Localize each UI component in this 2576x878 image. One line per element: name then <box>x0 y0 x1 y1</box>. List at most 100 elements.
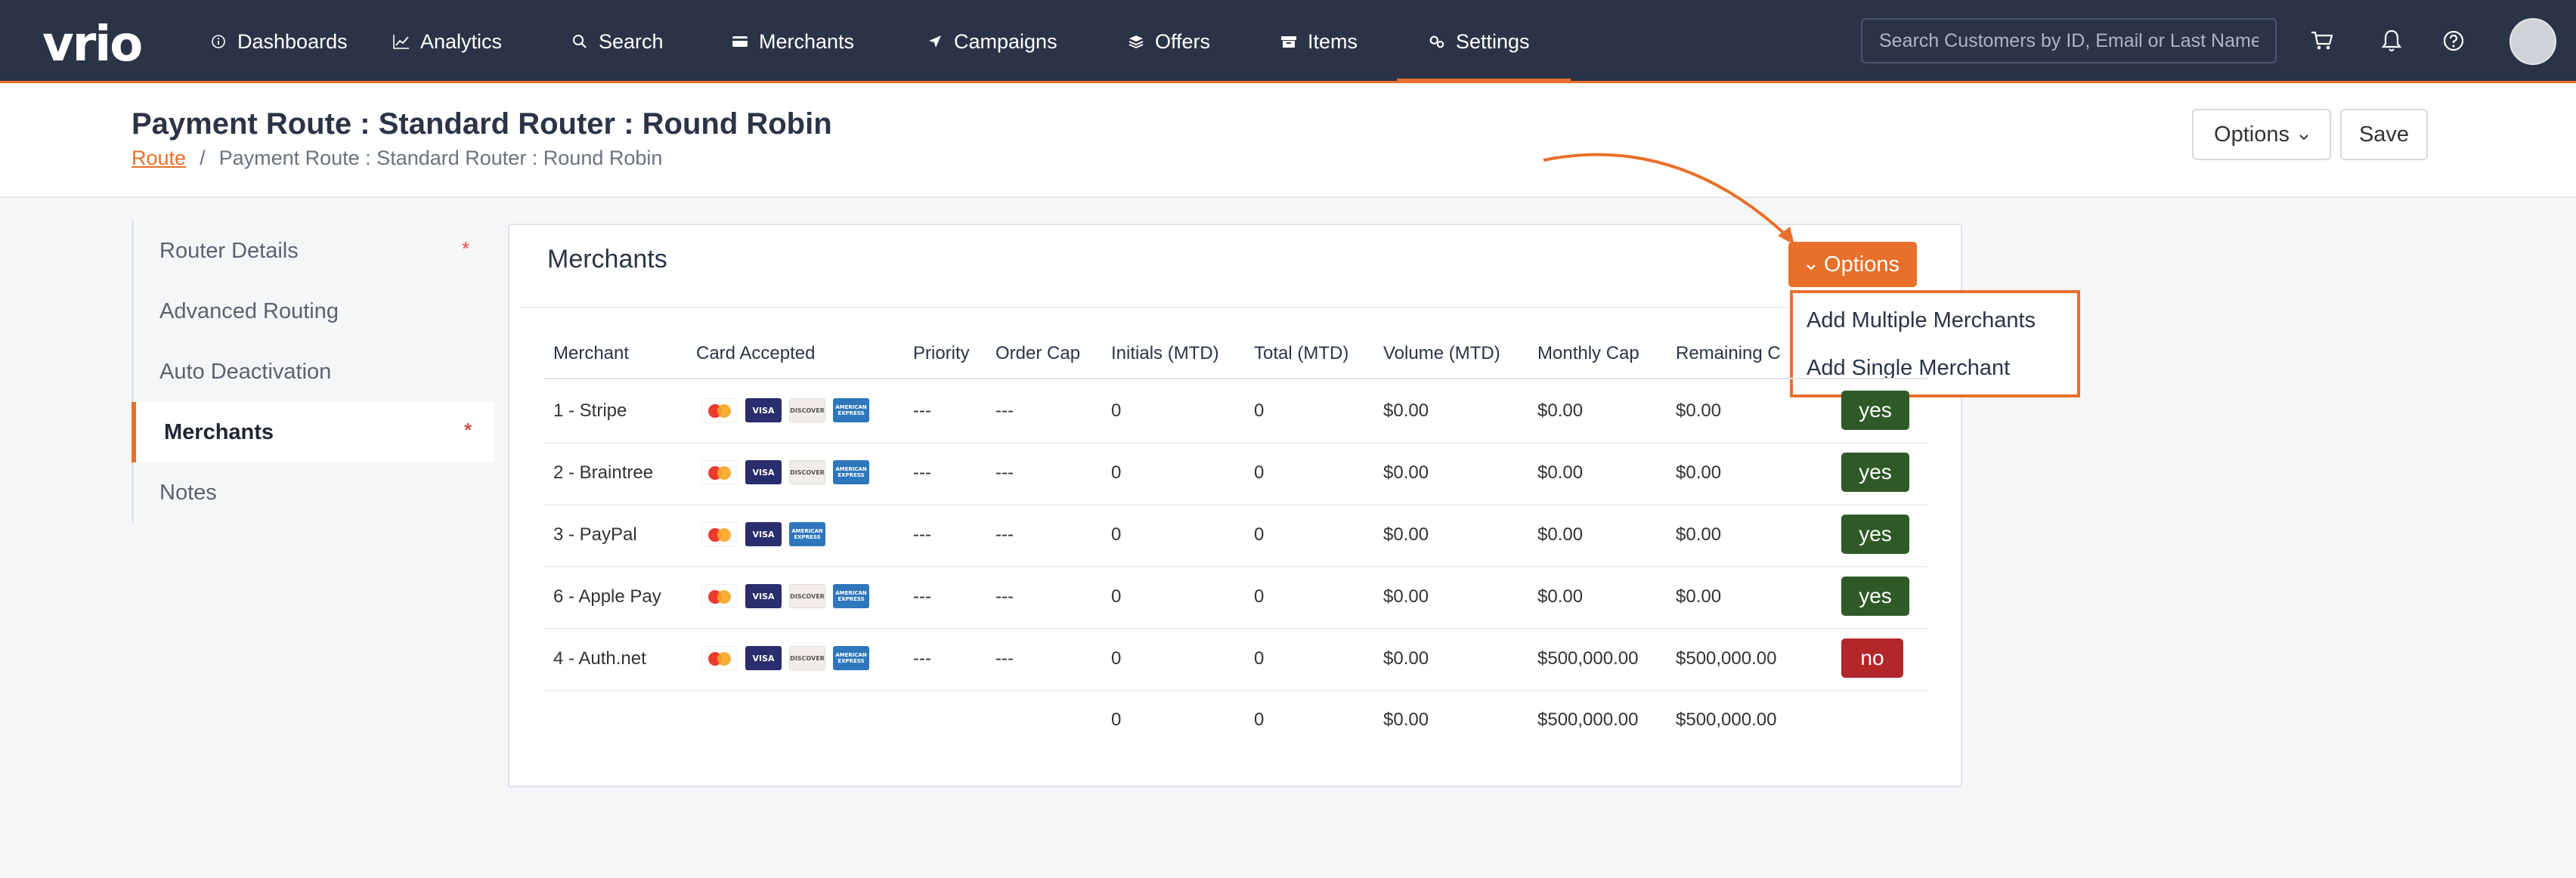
amex-icon: AMERICAN EXPRESS <box>833 398 869 422</box>
total-value: 0 <box>1254 586 1265 607</box>
order-cap-value: --- <box>995 400 1014 421</box>
row-divider <box>544 628 1927 629</box>
send-icon <box>927 33 943 50</box>
col-header-priority[interactable]: Priority <box>913 343 970 364</box>
nav-label: Merchants <box>759 29 855 53</box>
merchant-name[interactable]: 6 - Apple Pay <box>553 586 661 607</box>
total-value: 0 <box>1254 400 1265 421</box>
col-header-remaining[interactable]: Remaining C <box>1676 343 1789 364</box>
mastercard-icon <box>701 584 738 608</box>
status-badge[interactable]: yes <box>1841 515 1909 554</box>
merchant-name[interactable]: 1 - Stripe <box>553 400 627 422</box>
nav-label: Search <box>599 29 664 53</box>
page-title: Payment Route : Standard Router : Round … <box>132 107 832 141</box>
search-icon <box>571 33 588 50</box>
nav-search[interactable]: Search <box>571 27 664 56</box>
chevron-down-icon <box>1806 252 1816 277</box>
breadcrumb: Route / Payment Route : Standard Router … <box>132 147 662 170</box>
nav-label: Settings <box>1456 29 1530 53</box>
vrio-logo[interactable]: vrio <box>42 17 143 73</box>
sidebar-item-router-details[interactable]: Router Details * <box>134 221 497 281</box>
total-monthly-cap: $500,000.00 <box>1537 710 1639 730</box>
customer-search-input[interactable] <box>1861 18 2277 63</box>
nav-campaigns[interactable]: Campaigns <box>927 27 1057 56</box>
merchant-name[interactable]: 3 - PayPal <box>553 524 637 546</box>
priority-value: --- <box>913 524 931 545</box>
breadcrumb-separator: / <box>200 147 206 169</box>
status-badge[interactable]: yes <box>1841 453 1909 492</box>
add-multiple-merchants-item[interactable]: Add Multiple Merchants <box>1807 308 2036 333</box>
nav-label: Items <box>1308 29 1358 53</box>
sidebar-item-merchants[interactable]: Merchants * <box>132 402 494 462</box>
annotation-arrow <box>1543 153 1794 245</box>
nav-items[interactable]: Items <box>1280 27 1358 56</box>
page-header: Payment Route : Standard Router : Round … <box>0 85 2576 198</box>
header-options-button[interactable]: Options <box>2192 109 2331 160</box>
card-list: VISA DISCOVER AMERICAN EXPRESS <box>701 460 869 484</box>
priority-value: --- <box>913 586 931 607</box>
nav-settings[interactable]: Settings <box>1429 27 1530 56</box>
visa-icon: VISA <box>745 398 782 422</box>
save-button[interactable]: Save <box>2340 109 2428 160</box>
required-marker: * <box>464 419 472 441</box>
nav-merchants[interactable]: Merchants <box>732 27 854 56</box>
col-header-merchant[interactable]: Merchant <box>553 343 629 364</box>
initials-value: 0 <box>1111 462 1122 483</box>
merchant-name[interactable]: 2 - Braintree <box>553 462 653 484</box>
sidebar-item-advanced-routing[interactable]: Advanced Routing <box>134 281 497 342</box>
visa-icon: VISA <box>745 460 782 484</box>
amex-icon: AMERICAN EXPRESS <box>833 460 869 484</box>
total-volume: $0.00 <box>1383 710 1429 730</box>
merchants-panel: Merchants <box>508 224 1962 787</box>
breadcrumb-route-link[interactable]: Route <box>132 147 186 170</box>
cart-icon[interactable] <box>2307 26 2337 56</box>
nav-analytics[interactable]: Analytics <box>393 27 502 56</box>
sidebar-item-label: Advanced Routing <box>159 298 339 323</box>
nav-label: Dashboards <box>237 29 348 53</box>
layers-icon <box>1128 33 1144 50</box>
volume-value: $0.00 <box>1383 586 1429 607</box>
options-label: Options <box>1824 252 1899 277</box>
card-list: VISA DISCOVER AMERICAN EXPRESS <box>701 584 869 608</box>
status-badge[interactable]: yes <box>1841 577 1909 616</box>
merchant-name[interactable]: 4 - Auth.net <box>553 648 646 669</box>
initials-value: 0 <box>1111 400 1122 421</box>
sidebar: Router Details * Advanced Routing Auto D… <box>132 221 494 523</box>
row-divider <box>544 504 1927 505</box>
sidebar-item-label: Router Details <box>159 238 299 263</box>
priority-value: --- <box>913 648 931 669</box>
merchants-options-button[interactable]: Options <box>1788 242 1917 287</box>
nav-label: Offers <box>1155 29 1211 53</box>
nav-label: Campaigns <box>954 29 1057 53</box>
monthly-cap-value: $0.00 <box>1537 586 1584 607</box>
bell-icon[interactable] <box>2376 26 2407 56</box>
discover-icon: DISCOVER <box>789 398 825 422</box>
nav-active-indicator <box>1397 79 1571 83</box>
mastercard-icon <box>701 398 738 422</box>
col-header-order-cap[interactable]: Order Cap <box>995 343 1080 364</box>
order-cap-value: --- <box>995 462 1014 483</box>
sidebar-item-label: Notes <box>159 480 217 505</box>
col-header-volume[interactable]: Volume (MTD) <box>1383 343 1500 364</box>
col-header-initials[interactable]: Initials (MTD) <box>1111 343 1219 364</box>
remaining-value: $500,000.00 <box>1676 648 1777 669</box>
status-badge[interactable]: yes <box>1841 391 1909 430</box>
gears-icon <box>1429 33 1445 50</box>
user-avatar[interactable] <box>2509 18 2556 65</box>
nav-offers[interactable]: Offers <box>1128 27 1210 56</box>
col-header-total[interactable]: Total (MTD) <box>1254 343 1348 364</box>
status-badge[interactable]: no <box>1841 638 1903 678</box>
sidebar-item-auto-deactivation[interactable]: Auto Deactivation <box>134 342 497 402</box>
header-options-label: Options <box>2214 122 2290 147</box>
monthly-cap-value: $500,000.00 <box>1537 648 1639 669</box>
col-header-card-accepted[interactable]: Card Accepted <box>696 343 815 364</box>
help-icon[interactable] <box>2438 26 2469 56</box>
options-dropdown: Add Multiple Merchants Add Single Mercha… <box>1790 290 2080 397</box>
col-header-monthly-cap[interactable]: Monthly Cap <box>1537 343 1639 364</box>
header-divider <box>544 378 1927 379</box>
chevron-down-icon <box>2299 122 2309 147</box>
nav-dashboards[interactable]: Dashboards <box>210 27 348 56</box>
row-divider <box>544 566 1927 567</box>
order-cap-value: --- <box>995 586 1014 607</box>
sidebar-item-notes[interactable]: Notes <box>134 462 497 523</box>
